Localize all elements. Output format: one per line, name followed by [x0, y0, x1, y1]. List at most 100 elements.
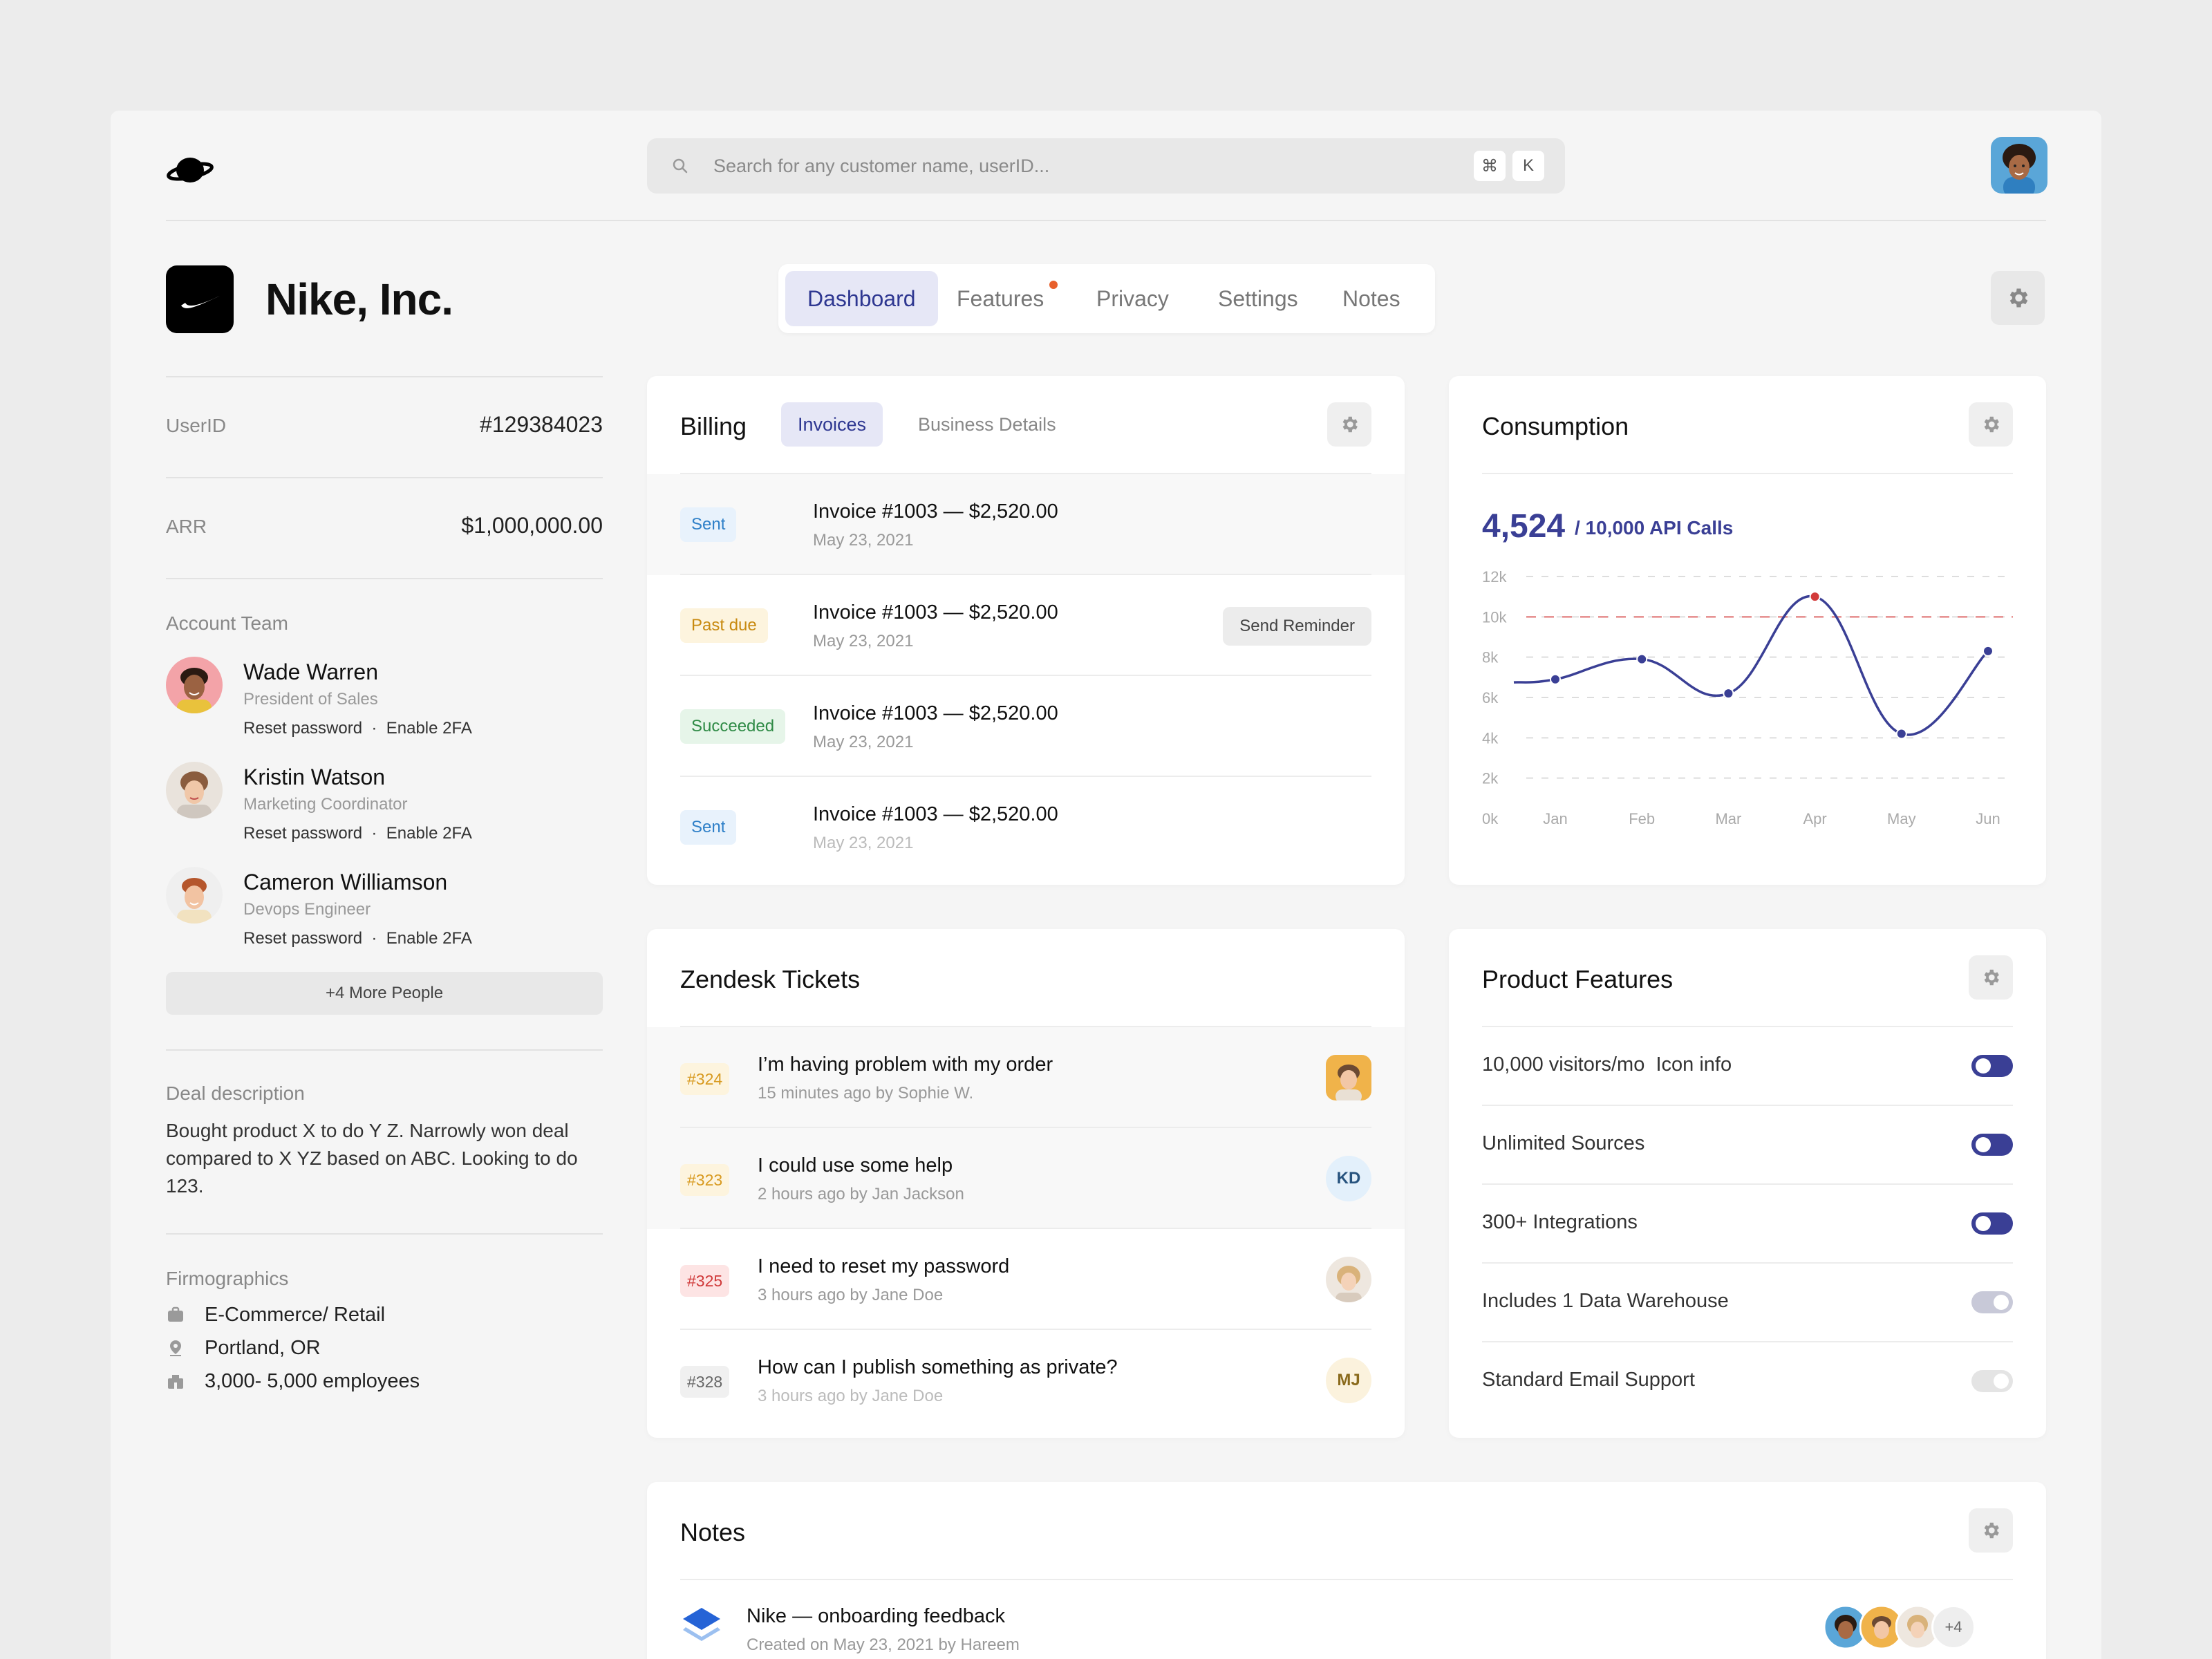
consumption-limit: / 10,000 API Calls — [1575, 517, 1734, 538]
sidebar-divider — [166, 376, 603, 377]
user-avatar[interactable] — [1991, 137, 2047, 194]
invoice-title: Invoice #1003 — $2,520.00 — [813, 601, 1058, 624]
consumption-value: 4,524 — [1482, 508, 1566, 545]
invoice-date: May 23, 2021 — [813, 531, 914, 550]
x-tick-label: Jun — [1976, 810, 2000, 827]
more-collaborators-count[interactable]: +4 — [1931, 1605, 1976, 1649]
feature-toggle[interactable] — [1971, 1134, 2013, 1156]
firmographics-title: Firmographics — [166, 1268, 289, 1289]
avatar — [166, 657, 223, 713]
feature-label: Unlimited Sources — [1482, 1132, 1645, 1154]
ticket-row[interactable]: #328 How can I publish something as priv… — [647, 1330, 1405, 1431]
swoosh-icon — [181, 296, 220, 308]
ticket-title: I need to reset my password — [758, 1255, 1010, 1277]
billing-card: Billing Invoices Business Details Sent I… — [647, 376, 1405, 885]
invoice-title: Invoice #1003 — $2,520.00 — [813, 702, 1058, 724]
deal-description-text: Bought product X to do Y Z. Narrowly won… — [166, 1120, 578, 1197]
billing-settings-button[interactable] — [1327, 402, 1371, 447]
card-divider — [680, 1579, 2013, 1580]
page-settings-button[interactable] — [1991, 271, 2045, 325]
invoice-date: May 23, 2021 — [813, 733, 914, 751]
consumption-settings-button[interactable] — [1969, 402, 2013, 447]
member-name: Kristin Watson — [243, 765, 386, 789]
avatar-initials: KD — [1326, 1156, 1371, 1201]
userid-label: UserID — [166, 415, 227, 436]
arr-value: $1,000,000.00 — [461, 513, 603, 538]
note-subtitle: Created on May 23, 2021 by Hareem — [747, 1635, 1020, 1654]
ticket-row[interactable]: #323 I could use some help 2 hours ago b… — [647, 1128, 1405, 1229]
tab-notes[interactable]: Notes — [1320, 271, 1423, 326]
sidebar-divider — [166, 477, 603, 478]
send-reminder-button[interactable]: Send Reminder — [1223, 607, 1371, 646]
ticket-title: How can I publish something as private? — [758, 1356, 1118, 1378]
sidebar-divider — [166, 1233, 603, 1235]
invoice-row[interactable]: Succeeded Invoice #1003 — $2,520.00 May … — [647, 676, 1405, 777]
planet-logo-icon[interactable] — [166, 149, 214, 191]
location-pin-icon — [170, 1340, 181, 1356]
gear-icon — [1342, 416, 1358, 433]
note-title[interactable]: Nike — onboarding feedback — [747, 1605, 1005, 1628]
ticket-number: #325 — [680, 1265, 730, 1297]
ticket-subtitle: 2 hours ago by Jan Jackson — [758, 1185, 964, 1203]
status-badge: Sent — [680, 507, 737, 542]
industry-text: E-Commerce/ Retail — [205, 1304, 386, 1326]
ticket-row[interactable]: #324 I’m having problem with my order 15… — [647, 1027, 1405, 1128]
briefcase-icon — [168, 1306, 183, 1322]
tab-business-details[interactable]: Business Details — [901, 402, 1073, 447]
invoice-date: May 23, 2021 — [813, 834, 914, 852]
y-tick-label: 8k — [1482, 649, 1499, 666]
tab-settings[interactable]: Settings — [1196, 271, 1320, 326]
feature-toggle[interactable] — [1971, 1291, 2013, 1313]
gear-icon — [1984, 969, 1999, 986]
team-member: Wade Warren President of Sales Reset pas… — [166, 657, 603, 747]
billing-title: Billing — [680, 412, 747, 440]
feature-toggle[interactable] — [1971, 1055, 2013, 1077]
notes-card: Notes Nike — onboarding feedback Created… — [647, 1482, 2046, 1659]
member-actions[interactable]: Reset password · Enable 2FA — [243, 929, 472, 948]
avatar — [166, 867, 223, 924]
header-divider — [166, 220, 2046, 221]
feature-row: Includes 1 Data Warehouse — [1482, 1264, 2013, 1342]
data-point — [1983, 645, 1994, 657]
invoice-title: Invoice #1003 — $2,520.00 — [813, 803, 1058, 825]
tab-features[interactable]: Features — [935, 271, 1071, 326]
invoice-row[interactable]: Past due Invoice #1003 — $2,520.00 May 2… — [647, 575, 1405, 676]
x-tick-label: Apr — [1803, 810, 1826, 827]
invoice-row[interactable]: Sent Invoice #1003 — $2,520.00 May 23, 2… — [647, 474, 1405, 575]
dropbox-layers-icon — [683, 1608, 720, 1641]
gear-icon — [1984, 416, 1999, 433]
feature-label: Standard Email Support — [1482, 1369, 1695, 1391]
y-tick-label: 6k — [1482, 689, 1499, 706]
notes-settings-button[interactable] — [1969, 1508, 2013, 1553]
location-text: Portland, OR — [205, 1337, 321, 1359]
ticket-row[interactable]: #325 I need to reset my password 3 hours… — [647, 1229, 1405, 1330]
avatar — [1326, 1257, 1371, 1302]
zendesk-title: Zendesk Tickets — [680, 965, 861, 993]
more-people-button[interactable]: +4 More People — [166, 972, 603, 1015]
member-actions[interactable]: Reset password · Enable 2FA — [243, 719, 472, 738]
status-badge: Sent — [680, 810, 737, 845]
x-tick-label: Mar — [1715, 810, 1741, 827]
y-tick-label: 12k — [1482, 568, 1507, 585]
y-tick-label: 4k — [1482, 729, 1499, 747]
ticket-number: #324 — [680, 1063, 730, 1095]
member-actions[interactable]: Reset password · Enable 2FA — [243, 824, 472, 843]
invoice-row[interactable]: Sent Invoice #1003 — $2,520.00 May 23, 2… — [647, 777, 1405, 878]
member-name: Wade Warren — [243, 659, 379, 684]
features-settings-button[interactable] — [1969, 955, 2013, 1000]
feature-toggle[interactable] — [1971, 1370, 2013, 1392]
avatar — [1326, 1055, 1371, 1100]
y-tick-label: 2k — [1482, 770, 1499, 787]
y-tick-label: 10k — [1482, 608, 1507, 626]
search-bar[interactable]: Search for any customer name, userID... … — [647, 138, 1565, 194]
employees-text: 3,000- 5,000 employees — [205, 1370, 420, 1392]
ticket-subtitle: 3 hours ago by Jane Doe — [758, 1286, 944, 1304]
search-placeholder: Search for any customer name, userID... — [713, 155, 1050, 176]
x-tick-label: May — [1887, 810, 1916, 827]
tab-privacy[interactable]: Privacy — [1074, 271, 1191, 326]
feature-toggle[interactable] — [1971, 1212, 2013, 1235]
tab-dashboard[interactable]: Dashboard — [785, 271, 938, 326]
feature-row: 10,000 visitors/mo Icon info — [1482, 1027, 2013, 1106]
note-collaborators: +4 — [1824, 1604, 2017, 1651]
tab-invoices[interactable]: Invoices — [781, 402, 883, 447]
